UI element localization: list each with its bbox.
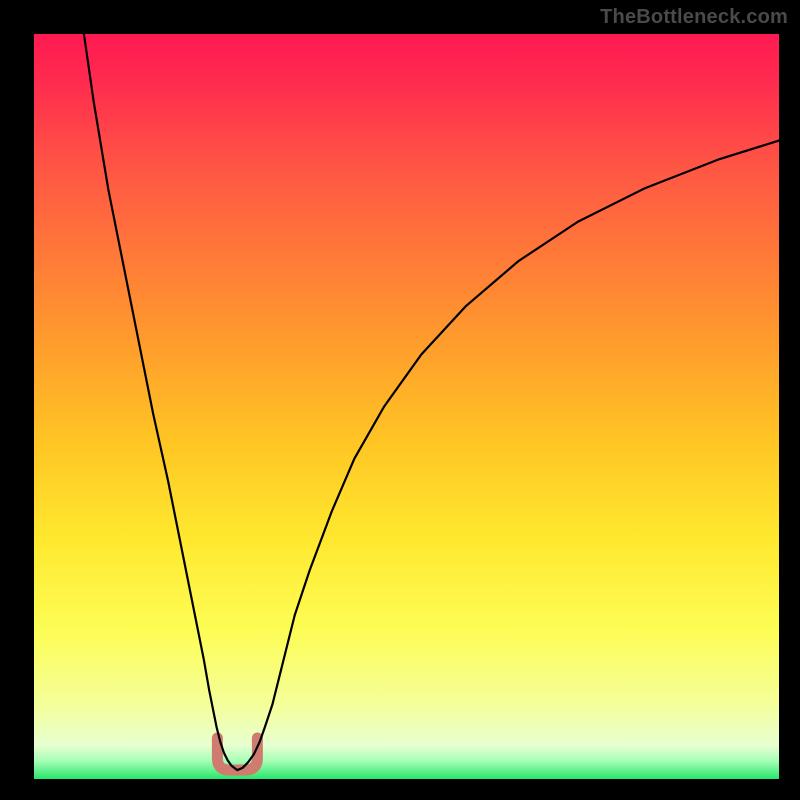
- chart-svg: [34, 34, 779, 779]
- watermark-text: TheBottleneck.com: [600, 6, 788, 29]
- chart-frame: TheBottleneck.com: [0, 0, 800, 800]
- plot-area: [34, 34, 779, 779]
- gradient-background: [34, 34, 779, 779]
- green-band: [34, 754, 779, 779]
